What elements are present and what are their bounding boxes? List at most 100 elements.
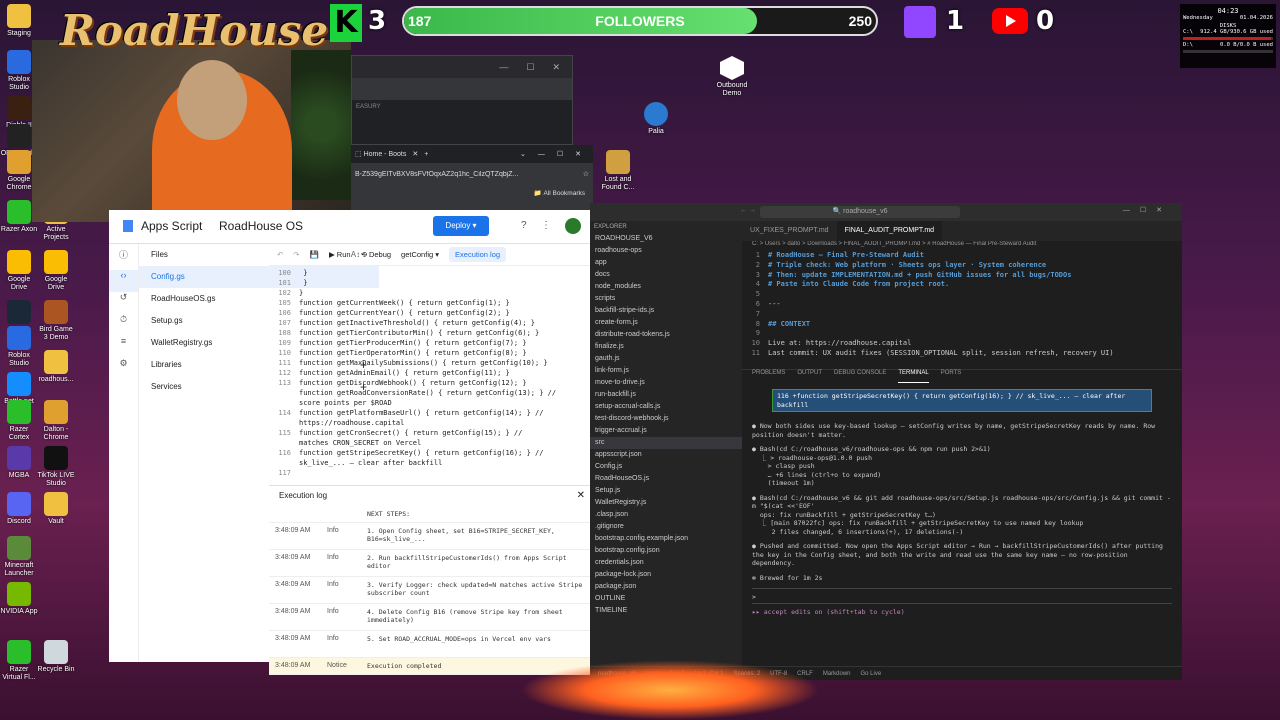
desktop-icon[interactable]: Staging [0,4,38,38]
desktop-icon[interactable]: TikTok LIVE Studio [37,446,75,488]
editor-icon[interactable]: ‹› [109,270,138,292]
desktop-icon[interactable]: Google Drive [0,250,38,292]
status-item[interactable]: Markdown [823,667,851,680]
editor-tab[interactable]: FINAL_AUDIT_PROMPT.md [836,221,943,241]
explorer-item[interactable]: OUTLINE [590,593,742,605]
close-tab-icon[interactable]: ✕ [412,150,418,158]
explorer-item[interactable]: backfill-stripe-ids.js [590,305,742,317]
deploy-button[interactable]: Deploy ▾ [433,216,489,236]
desktop-icon[interactable]: NVIDIA App [0,582,38,616]
apps-grid-icon[interactable]: ⋮ [541,220,551,231]
explorer-item[interactable]: setup-accrual-calls.js [590,401,742,413]
panel-tab[interactable]: PORTS [941,370,962,383]
minimize-icon[interactable]: — [499,62,508,78]
panel-tab[interactable]: OUTPUT [797,370,822,383]
panel-tab[interactable]: PROBLEMS [752,370,785,383]
explorer-item[interactable]: scripts [590,293,742,305]
explorer-item[interactable]: run-backfill.js [590,389,742,401]
run-button[interactable]: ▶ Run [329,250,351,259]
function-select[interactable]: getConfig ▾ [401,250,439,259]
desktop-icon-lost-and-found[interactable]: Lost and Found C... [598,150,638,192]
undo-icon[interactable]: ↶ [277,250,283,259]
nav-arrows[interactable]: ← → [740,207,756,214]
explorer-item[interactable]: bootstrap.config.json [590,545,742,557]
explorer-item[interactable]: Config.js [590,461,742,473]
explorer-item[interactable]: .clasp.json [590,509,742,521]
explorer-item[interactable]: TIMELINE [590,605,742,617]
browser-tab[interactable]: ⬚ Home - Boots [355,150,406,158]
explorer-item[interactable]: gauth.js [590,353,742,365]
help-icon[interactable]: ? [521,220,527,231]
star-icon[interactable]: ☆ [583,170,589,178]
desktop-icon[interactable]: Vault [37,492,75,526]
log-time: 3:48:09 AM [275,635,311,642]
line-number: 100 [278,269,291,277]
bookmarks-button[interactable]: 📁 All Bookmarks [351,185,593,203]
explorer-item[interactable]: test-discord-webhook.js [590,413,742,425]
desktop-icon[interactable]: Recycle Bin [37,640,75,674]
panel-tab[interactable]: DEBUG CONSOLE [834,370,886,383]
explorer-item[interactable]: link-form.js [590,365,742,377]
background-browser-window[interactable]: — ☐ ✕ EASURY [351,55,573,145]
desktop-icon[interactable]: roadhous... [37,350,75,384]
code-editor[interactable]: 1 # RoadHouse — Final Pre-Steward Audit 2 #… [742,251,1182,371]
explorer-item[interactable]: package.json [590,581,742,593]
explorer-item[interactable]: roadhouse-ops [590,245,742,257]
window-controls[interactable]: —☐✕ [1123,206,1172,214]
explorer-item[interactable]: app [590,257,742,269]
explorer-item[interactable]: .gitignore [590,521,742,533]
save-icon[interactable]: 💾 [310,250,319,259]
desktop-icon[interactable]: Bird Game 3 Demo [37,300,75,342]
desktop-icon[interactable]: Roblox Studio [0,326,38,368]
avatar[interactable] [565,218,581,234]
editor-tab[interactable]: UX_FIXES_PROMPT.md [742,221,837,241]
explorer-item[interactable]: RoadHouseOS.js [590,473,742,485]
command-search[interactable]: 🔍 roadhouse_v6 [760,206,960,218]
maximize-icon[interactable]: ☐ [526,62,534,78]
redo-icon[interactable]: ↷ [293,250,299,259]
explorer-item[interactable]: WalletRegistry.js [590,497,742,509]
desktop-icon-outbound-demo[interactable]: Outbound Demo [712,56,752,98]
explorer-item[interactable]: appsscript.json [590,449,742,461]
execution-log-button[interactable]: Execution log [449,247,507,262]
desktop-icon[interactable]: Razer Cortex [0,400,38,442]
explorer-item[interactable]: trigger-accrual.js [590,425,742,437]
claude-prompt-input[interactable]: > [752,588,1172,604]
panel-tab[interactable]: TERMINAL [898,370,929,383]
desktop-icon[interactable]: Razer Virtual Fl... [0,640,38,682]
explorer-item[interactable]: src [590,437,742,449]
explorer-item[interactable]: bootstrap.config.example.json [590,533,742,545]
app-icon [7,300,31,324]
triggers-icon[interactable]: ⏱ [109,314,138,336]
explorer-item[interactable]: Setup.js [590,485,742,497]
desktop-icon-palia[interactable]: Palia [636,102,676,136]
close-icon[interactable]: ✕ [552,62,560,78]
explorer-item[interactable]: move-to-drive.js [590,377,742,389]
terminal[interactable]: 116 +function getStripeSecretKey() { ret… [742,385,1182,666]
explorer-item[interactable]: docs [590,269,742,281]
explorer-item[interactable]: credentials.json [590,557,742,569]
debug-button[interactable]: ⟲ Debug [361,250,391,259]
project-name[interactable]: RoadHouse OS [219,219,303,233]
desktop-icon[interactable]: Discord [0,492,38,526]
explorer-item[interactable]: node_modules [590,281,742,293]
code-editor[interactable]: 100 } 101 } 102} 105 function getCurrentWeek… [269,266,593,480]
window-controls[interactable]: ⌄—☐✕ [520,150,593,158]
address-bar[interactable]: B-Z539gEITvBXV8sFVfOqxAZ2q1hc_CilzQTZqbj… [355,171,583,178]
history-icon[interactable]: ↺ [109,292,138,314]
close-icon[interactable]: ✕ [577,486,585,506]
explorer-item[interactable]: create-form.js [590,317,742,329]
new-tab-icon[interactable]: + [424,151,428,158]
settings-icon[interactable]: ⚙ [109,358,138,380]
explorer-item[interactable]: distribute-road-tokens.js [590,329,742,341]
explorer-item[interactable]: package-lock.json [590,569,742,581]
desktop-icon[interactable]: Minecraft Launcher [0,536,38,578]
desktop-icon[interactable]: MGBA [0,446,38,480]
executions-icon[interactable]: ≡ [109,336,138,358]
status-item[interactable]: Go Live [861,667,882,680]
explorer-item[interactable]: ROADHOUSE_V6 [590,233,742,245]
explorer-item[interactable]: finalize.js [590,341,742,353]
desktop-icon[interactable]: Google Drive [37,250,75,292]
info-icon[interactable]: ⓘ [109,248,138,270]
desktop-icon[interactable]: Dalton - Chrome [37,400,75,442]
